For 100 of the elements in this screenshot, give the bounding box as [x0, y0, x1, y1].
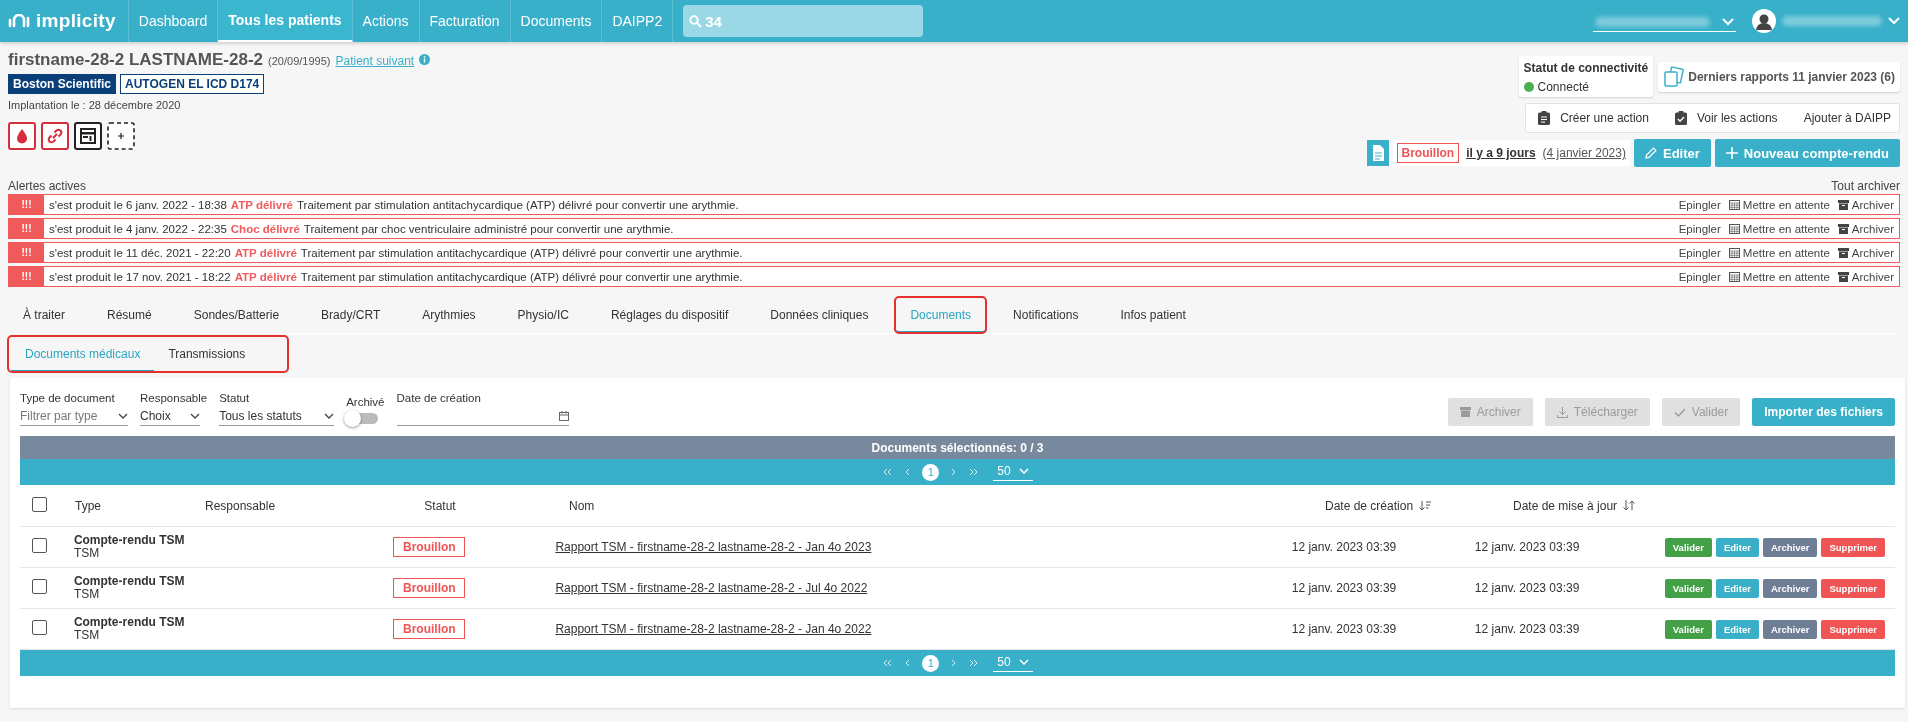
document-icon[interactable] — [74, 122, 102, 150]
copy-icon — [1663, 66, 1686, 88]
status-badge: Brouillon — [393, 537, 466, 557]
responsible-select[interactable]: Choix — [140, 409, 200, 426]
table-cell-text: 12 janv. 2023 03:39 — [1291, 540, 1398, 554]
tab[interactable]: Résumé — [92, 297, 167, 333]
document-link[interactable]: Rapport TSM - firstname-28-2 lastname-28-2 - Jan 4o 2023 — [555, 540, 872, 554]
column-header[interactable]: Nom — [555, 498, 1325, 513]
reports-card[interactable]: Derniers rapports 11 janvier 2023 (6) — [1658, 62, 1900, 92]
archive-box-icon — [1837, 271, 1849, 282]
column-header[interactable]: Date de mise à jour — [1513, 498, 1708, 513]
filter-label: Responsable — [140, 392, 208, 404]
previous-page-icon[interactable] — [904, 659, 911, 667]
action-link[interactable]: Créer une action — [1538, 111, 1649, 125]
tab[interactable]: Infos patient — [1105, 297, 1201, 333]
calendar-icon — [1728, 247, 1740, 258]
last-page-icon[interactable] — [969, 468, 980, 476]
filter-label: Archivé — [346, 396, 385, 408]
first-page-icon[interactable] — [882, 468, 893, 476]
tab[interactable]: Sondes/Batterie — [178, 297, 295, 333]
column-header[interactable]: Statut — [325, 498, 555, 513]
check-icon — [1673, 407, 1686, 417]
document-link[interactable]: Rapport TSM - firstname-28-2 lastname-28-2 - Jul 4o 2022 — [555, 581, 868, 595]
subtab[interactable]: Transmissions — [154, 336, 260, 372]
row-action-button[interactable]: Archiver — [1762, 578, 1818, 598]
row-checkbox[interactable] — [32, 538, 47, 553]
alert-description: Traitement par stimulation antitachycardique (ATP) délivré pour convertir une arythmie. — [297, 198, 739, 211]
draft-age-link[interactable]: il y a 9 jours — [1466, 146, 1536, 160]
table-cell-text: 12 janv. 2023 03:39 — [1474, 581, 1581, 595]
implantation-date: Implantation le : 28 décembre 2020 — [8, 99, 182, 111]
tab[interactable]: À traiter — [8, 297, 80, 333]
link-icon[interactable] — [41, 122, 69, 150]
column-header[interactable]: Type — [75, 498, 205, 513]
document-link[interactable]: Rapport TSM - firstname-28-2 lastname-28-2 - Jan 4o 2022 — [555, 622, 872, 636]
first-page-icon[interactable] — [882, 659, 893, 667]
row-action-button[interactable]: Archiver — [1762, 619, 1818, 639]
filter-label: Date de création — [396, 392, 482, 404]
tab[interactable]: Données cliniques — [755, 297, 884, 333]
tab[interactable]: Notifications — [998, 297, 1094, 333]
select-all-checkbox[interactable] — [32, 496, 47, 512]
archive-link[interactable]: Archiver — [1837, 246, 1894, 259]
file-icon[interactable] — [1366, 140, 1389, 166]
tab[interactable]: Réglages du dispositif — [595, 297, 744, 333]
row-action-button[interactable]: Archiver — [1762, 537, 1818, 557]
tab[interactable]: Physio/IC — [502, 297, 584, 333]
search-icon — [689, 14, 703, 28]
alert-description: Traitement par stimulation antitachycardique (ATP) délivré pour convertir une arythmie. — [300, 246, 743, 259]
type-select[interactable]: Filtrer par type — [20, 409, 128, 426]
archived-toggle[interactable] — [346, 413, 379, 424]
connectivity-title: Statut de connectivité — [1523, 61, 1649, 75]
action-link[interactable]: Voir les actions — [1674, 111, 1778, 125]
calendar-icon — [1728, 223, 1740, 234]
archive-link[interactable]: Archiver — [1837, 198, 1894, 211]
next-page-icon[interactable] — [951, 659, 958, 667]
action-link[interactable]: Ajouter à DAIPP — [1803, 111, 1891, 125]
archive-all-link[interactable]: Tout archiver — [1831, 179, 1900, 193]
snooze-link[interactable]: Mettre en attente — [1728, 222, 1830, 235]
filter-label: Type de document — [20, 392, 116, 404]
checked-clipboard-icon — [1674, 111, 1687, 125]
last-page-icon[interactable] — [969, 659, 980, 667]
info-icon[interactable] — [419, 54, 431, 65]
calendar-icon — [1728, 199, 1740, 210]
archive-box-icon — [1459, 407, 1471, 417]
blood-drop-icon[interactable] — [8, 122, 36, 150]
table-cell-text: 12 janv. 2023 03:39 — [1291, 622, 1398, 636]
draft-date-link[interactable]: (4 janvier 2023) — [1542, 146, 1626, 160]
status-select[interactable]: Tous les statuts — [219, 409, 335, 426]
snooze-link[interactable]: Mettre en attente — [1728, 246, 1830, 259]
pencil-icon — [1644, 147, 1657, 159]
alert-marker: !!! — [9, 219, 44, 238]
next-page-icon[interactable] — [951, 468, 958, 476]
alert-type: ATP délivré — [234, 246, 297, 259]
add-icon[interactable] — [107, 122, 135, 150]
snooze-link[interactable]: Mettre en attente — [1728, 198, 1830, 211]
selection-count: Documents sélectionnés: 0 / 3 — [871, 440, 1044, 455]
chevron-icon — [324, 413, 335, 419]
calendar-icon — [558, 411, 569, 421]
download-icon — [1556, 406, 1568, 418]
row-checkbox[interactable] — [32, 579, 47, 594]
avatar-icon — [1752, 9, 1776, 33]
pin-link[interactable]: Epingler — [1678, 246, 1721, 259]
snooze-link[interactable]: Mettre en attente — [1728, 270, 1830, 283]
archive-link[interactable]: Archiver — [1837, 222, 1894, 235]
pin-link[interactable]: Epingler — [1678, 270, 1721, 283]
birth-date: (20/09/1995) — [268, 55, 331, 67]
previous-page-icon[interactable] — [904, 468, 911, 476]
row-checkbox[interactable] — [32, 620, 47, 635]
tab[interactable]: Arythmies — [407, 297, 491, 333]
date-field[interactable] — [396, 409, 569, 426]
reports-label: Derniers rapports 11 janvier 2023 (6) — [1688, 70, 1895, 84]
column-header[interactable]: Responsable — [205, 498, 325, 513]
column-header[interactable]: Date de création — [1325, 498, 1513, 513]
pin-link[interactable]: Epingler — [1678, 198, 1721, 211]
tab[interactable]: Brady/CRT — [306, 297, 396, 333]
alert-type: Choc délivré — [230, 222, 300, 235]
pin-link[interactable]: Epingler — [1678, 222, 1721, 235]
archive-link[interactable]: Archiver — [1837, 270, 1894, 283]
logo-icon — [8, 14, 32, 28]
alert-time: s'est produit le 11 déc. 2021 - 22:20 — [49, 246, 231, 259]
alert-marker: !!! — [9, 195, 44, 214]
